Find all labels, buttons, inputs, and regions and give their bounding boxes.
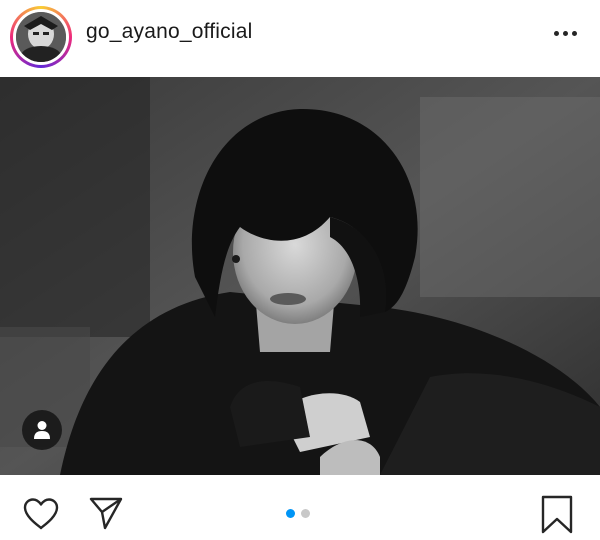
- avatar-frame: [13, 9, 69, 65]
- heart-icon: [23, 498, 59, 530]
- username-link[interactable]: go_ayano_official: [86, 20, 252, 44]
- person-icon: [34, 421, 50, 439]
- carousel-dot-active: [286, 509, 295, 518]
- avatar[interactable]: [16, 12, 66, 62]
- post-action-bar: [0, 475, 600, 537]
- more-dot: [553, 30, 559, 36]
- story-ring[interactable]: [10, 6, 72, 68]
- send-icon: [89, 497, 123, 530]
- avatar-image: [16, 12, 66, 62]
- portrait-image: [0, 77, 600, 475]
- more-dot: [562, 30, 568, 36]
- carousel-indicator: [286, 509, 310, 518]
- post-header: go_ayano_official: [0, 0, 600, 75]
- post-photo[interactable]: [0, 77, 600, 475]
- save-button[interactable]: [540, 495, 574, 540]
- user-tag-button[interactable]: [22, 410, 62, 450]
- share-button[interactable]: [88, 495, 124, 536]
- more-dot: [571, 30, 577, 36]
- bookmark-icon: [541, 495, 573, 534]
- more-options-icon[interactable]: [550, 26, 580, 40]
- carousel-dot: [301, 509, 310, 518]
- like-button[interactable]: [22, 497, 60, 536]
